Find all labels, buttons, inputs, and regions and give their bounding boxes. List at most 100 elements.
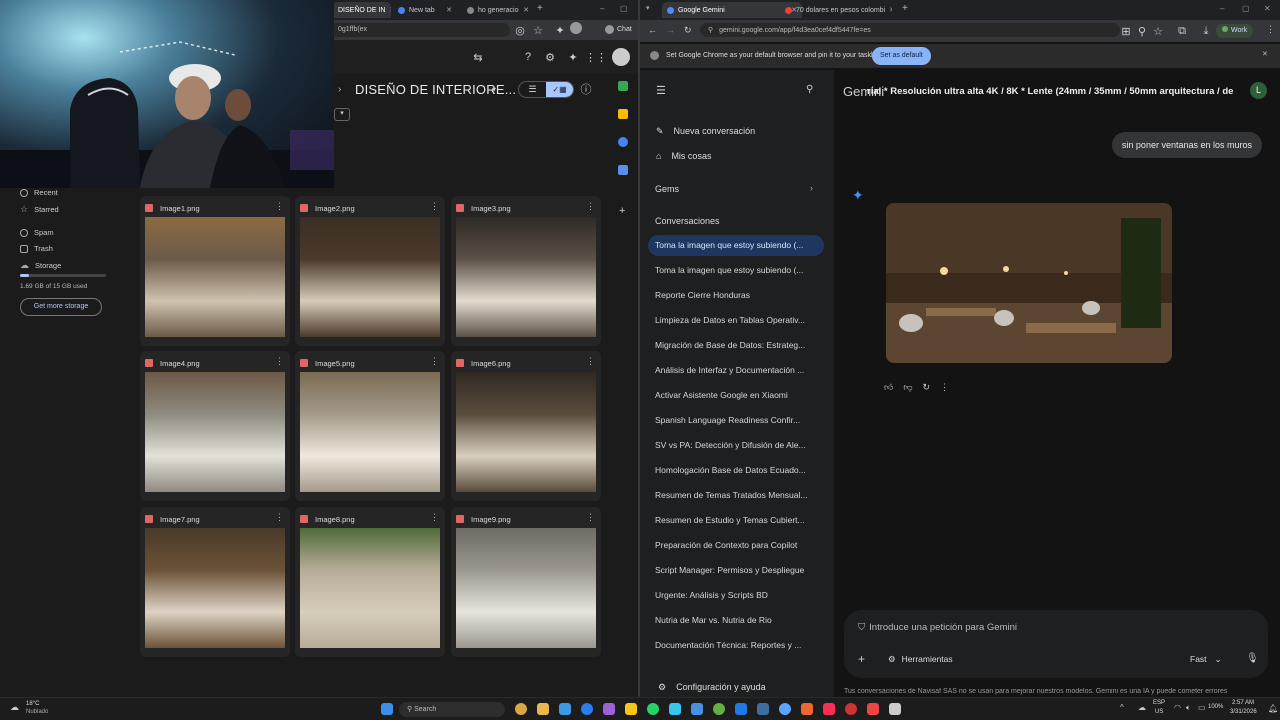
chevron-right-icon[interactable]: › xyxy=(810,183,813,193)
conversation-item[interactable]: SV vs PA: Detección y Difusión de Ale... xyxy=(648,435,824,456)
file-thumbnail[interactable] xyxy=(300,217,440,337)
forward-icon[interactable]: → xyxy=(666,25,675,35)
tasks-icon[interactable] xyxy=(618,137,628,147)
file-card[interactable]: Image3.png ⋮ xyxy=(451,196,601,346)
more-options-icon[interactable]: ⋮ xyxy=(275,512,284,523)
file-thumbnail[interactable] xyxy=(145,528,285,648)
language-indicator[interactable]: ESP xyxy=(1153,700,1165,706)
more-options-icon[interactable]: ⋮ xyxy=(586,512,595,523)
add-app-icon[interactable]: + xyxy=(619,205,625,217)
conversation-item[interactable]: Toma la imagen que estoy subiendo (... xyxy=(648,235,824,256)
conversation-item[interactable]: Spanish Language Readiness Confir... xyxy=(648,410,824,431)
language-region[interactable]: US xyxy=(1155,709,1163,715)
taskbar-app-icon[interactable] xyxy=(779,703,791,715)
conversation-item[interactable]: Activar Asistente Google en Xiaomi xyxy=(648,385,824,406)
taskbar-app-icon[interactable] xyxy=(691,703,703,715)
file-card[interactable]: Image4.png ⋮ xyxy=(140,351,290,501)
conversation-item[interactable]: Migración de Base de Datos: Estrateg... xyxy=(648,335,824,356)
info-icon[interactable]: ⓘ xyxy=(578,81,594,97)
reload-icon[interactable]: ↻ xyxy=(684,25,692,36)
clock-date[interactable]: 3/31/2026 xyxy=(1230,709,1257,715)
grid-view-icon[interactable]: ✓▦ xyxy=(546,82,573,97)
taskbar-app-icon[interactable] xyxy=(713,703,725,715)
settings-icon[interactable]: ⚙ xyxy=(542,49,558,65)
tab-pesos[interactable]: 70 dolares en pesos colombi✕ xyxy=(780,2,892,18)
set-default-button[interactable]: Set as default xyxy=(872,47,931,65)
settings-help-button[interactable]: ⚙ Configuración y ayuda xyxy=(658,682,766,693)
download-icon[interactable]: ⤓ xyxy=(1198,23,1214,39)
taskbar-app-icon[interactable] xyxy=(559,703,571,715)
bookmark-icon[interactable]: ☆ xyxy=(1150,23,1166,39)
clock-time[interactable]: 2:57 AM xyxy=(1232,700,1254,706)
new-tab-button[interactable]: + xyxy=(902,3,908,14)
weather-icon[interactable]: ☁ xyxy=(10,702,19,713)
taskbar-app-icon[interactable] xyxy=(669,703,681,715)
conversation-item[interactable]: Homologación Base de Datos Ecuado... xyxy=(648,460,824,481)
close-window-icon[interactable]: ✕ xyxy=(1264,4,1271,13)
file-card[interactable]: Image6.png ⋮ xyxy=(451,351,601,501)
taskbar-app-icon[interactable] xyxy=(823,703,835,715)
prompt-input[interactable]: ⛉ Introduce una petición para Gemini xyxy=(858,622,1017,633)
profile-avatar[interactable] xyxy=(570,22,582,34)
more-options-icon[interactable]: ⋮ xyxy=(586,356,595,367)
list-view-icon[interactable]: ☰ xyxy=(519,82,546,97)
taskbar-app-icon[interactable] xyxy=(581,703,593,715)
file-card[interactable]: Image1.png ⋮ xyxy=(140,196,290,346)
more-options-icon[interactable]: ⋮ xyxy=(940,382,949,393)
sidebar-item-storage[interactable]: ☁ Storage xyxy=(20,260,61,271)
folder-dropdown-icon[interactable]: ▾ xyxy=(492,85,496,94)
hamburger-menu-icon[interactable]: ☰ xyxy=(656,84,666,97)
windows-start-icon[interactable] xyxy=(381,703,393,715)
file-card[interactable]: Image7.png ⋮ xyxy=(140,507,290,657)
zoom-icon[interactable]: ⚲ xyxy=(1134,23,1150,39)
taskbar-app-icon[interactable] xyxy=(515,703,527,715)
tab-diseno[interactable]: DISEÑO DE IN✕ xyxy=(333,2,391,18)
calendar-icon[interactable] xyxy=(618,81,628,91)
conversation-item[interactable]: Análisis de Interfaz y Documentación ... xyxy=(648,360,824,381)
taskbar-app-icon[interactable] xyxy=(647,703,659,715)
taskbar-app-icon[interactable] xyxy=(603,703,615,715)
window-divider[interactable] xyxy=(638,0,640,697)
thumbs-down-icon[interactable]: 👎︎ xyxy=(903,382,912,393)
get-more-storage-button[interactable]: Get more storage xyxy=(20,298,102,316)
conversation-item[interactable]: Limpieza de Datos en Tablas Operativ... xyxy=(648,310,824,331)
taskbar-app-icon[interactable] xyxy=(845,703,857,715)
maximize-icon[interactable]: ▢ xyxy=(620,4,628,13)
taskbar-app-icon[interactable] xyxy=(537,703,549,715)
weather-temp[interactable]: 18°C xyxy=(26,701,39,707)
menu-icon[interactable]: ⋮ xyxy=(1266,24,1275,35)
microphone-icon[interactable]: 🎙︎ xyxy=(1246,653,1259,664)
notification-icon[interactable]: 🔔︎ xyxy=(1268,704,1278,713)
show-hidden-icons[interactable]: ^ xyxy=(1120,703,1124,712)
gemini-spark-icon[interactable]: ✦ xyxy=(565,49,581,65)
taskbar-app-icon[interactable] xyxy=(801,703,813,715)
close-infobar-icon[interactable]: ✕ xyxy=(1262,50,1268,58)
more-options-icon[interactable]: ⋮ xyxy=(275,201,284,212)
regenerate-icon[interactable]: ↻ xyxy=(923,382,931,393)
maximize-icon[interactable]: ▢ xyxy=(1242,4,1250,13)
minimize-icon[interactable]: – xyxy=(1220,4,1224,13)
file-thumbnail[interactable] xyxy=(456,528,596,648)
back-icon[interactable]: ← xyxy=(648,25,657,35)
contacts-icon[interactable] xyxy=(618,165,628,175)
conversation-item[interactable]: Reporte Cierre Honduras xyxy=(648,285,824,306)
close-icon[interactable]: ✕ xyxy=(446,6,452,14)
conversation-item[interactable]: Urgente: Análisis y Scripts BD xyxy=(648,585,824,606)
tab-generacion[interactable]: ho generacio ✕ xyxy=(462,2,534,18)
close-icon[interactable]: ✕ xyxy=(389,6,391,14)
file-card[interactable]: Image5.png ⋮ xyxy=(295,351,445,501)
more-options-icon[interactable]: ⋮ xyxy=(430,512,439,523)
conversation-item[interactable]: Documentación Técnica: Reportes y ... xyxy=(648,635,824,656)
file-card[interactable]: Image2.png ⋮ xyxy=(295,196,445,346)
tab-new-tab[interactable]: New tab ✕ xyxy=(393,2,457,18)
search-icon[interactable]: ⚲ xyxy=(806,84,813,95)
thumbs-up-icon[interactable]: 👍︎ xyxy=(884,382,893,393)
new-tab-button[interactable]: + xyxy=(537,3,543,14)
taskbar-app-icon[interactable] xyxy=(625,703,637,715)
taskbar-app-icon[interactable] xyxy=(735,703,747,715)
more-options-icon[interactable]: ⋮ xyxy=(586,201,595,212)
filter-dropdown[interactable]: ▾ xyxy=(334,108,350,121)
profile-chip[interactable]: Work xyxy=(1216,24,1254,38)
taskbar-app-icon[interactable] xyxy=(867,703,879,715)
conversation-item[interactable]: Nutria de Mar vs. Nutria de Rio xyxy=(648,610,824,631)
